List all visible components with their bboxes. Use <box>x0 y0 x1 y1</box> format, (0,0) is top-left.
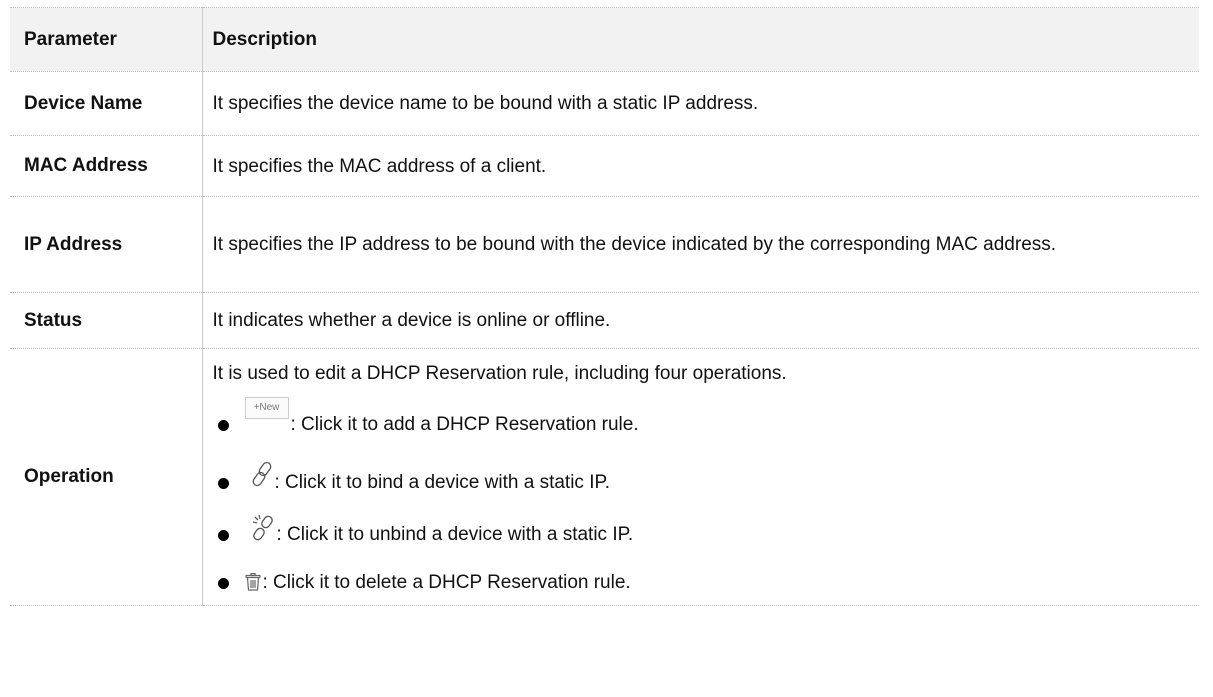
operation-item-text: : Click it to unbind a device with a sta… <box>276 524 634 545</box>
parameter-name: MAC Address <box>10 135 203 197</box>
operation-description: It is used to edit a DHCP Reservation ru… <box>202 348 1199 606</box>
table-row: MAC Address It specifies the MAC address… <box>10 135 1199 197</box>
bullet-icon <box>217 530 229 541</box>
operation-intro: It is used to edit a DHCP Reservation ru… <box>212 363 787 384</box>
operation-list: +New : Click it to add a DHCP Reservatio… <box>213 387 1190 595</box>
parameter-description: It specifies the device name to be bound… <box>202 71 1199 136</box>
list-item: : Click it to delete a DHCP Reservation … <box>213 547 1190 595</box>
parameter-name: IP Address <box>10 196 203 293</box>
parameter-table: Parameter Description Device Name It spe… <box>10 7 1199 606</box>
table-row: IP Address It specifies the IP address t… <box>10 196 1199 293</box>
bullet-icon <box>217 578 229 589</box>
table-row: Operation It is used to edit a DHCP Rese… <box>10 348 1199 606</box>
new-button-icon: +New <box>244 397 289 419</box>
list-item: +New : Click it to add a DHCP Reservatio… <box>213 387 1190 437</box>
table-row: Status It indicates whether a device is … <box>10 292 1199 349</box>
link-icon <box>251 461 273 487</box>
bullet-icon <box>217 478 229 489</box>
parameter-name: Device Name <box>10 71 203 136</box>
list-item: : Click it to unbind a device with a sta… <box>213 495 1190 547</box>
parameter-column-header: Parameter <box>10 7 203 72</box>
operation-item-text: : Click it to add a DHCP Reservation rul… <box>290 414 639 435</box>
parameter-description: It specifies the MAC address of a client… <box>202 135 1199 197</box>
list-item: : Click it to bind a device with a stati… <box>213 437 1190 495</box>
parameter-name: Status <box>10 292 203 349</box>
operation-item-text: : Click it to delete a DHCP Reservation … <box>262 572 631 593</box>
bullet-icon <box>217 420 229 431</box>
table-row: Device Name It specifies the device name… <box>10 71 1199 136</box>
parameter-name: Operation <box>10 348 203 606</box>
description-column-header: Description <box>202 7 1199 72</box>
parameter-description: It specifies the IP address to be bound … <box>202 196 1199 293</box>
trash-icon <box>244 573 261 591</box>
operation-item-text: : Click it to bind a device with a stati… <box>274 472 610 493</box>
broken-link-icon <box>251 515 275 541</box>
parameter-description: It indicates whether a device is online … <box>202 292 1199 349</box>
table-header-row: Parameter Description <box>10 7 1199 72</box>
